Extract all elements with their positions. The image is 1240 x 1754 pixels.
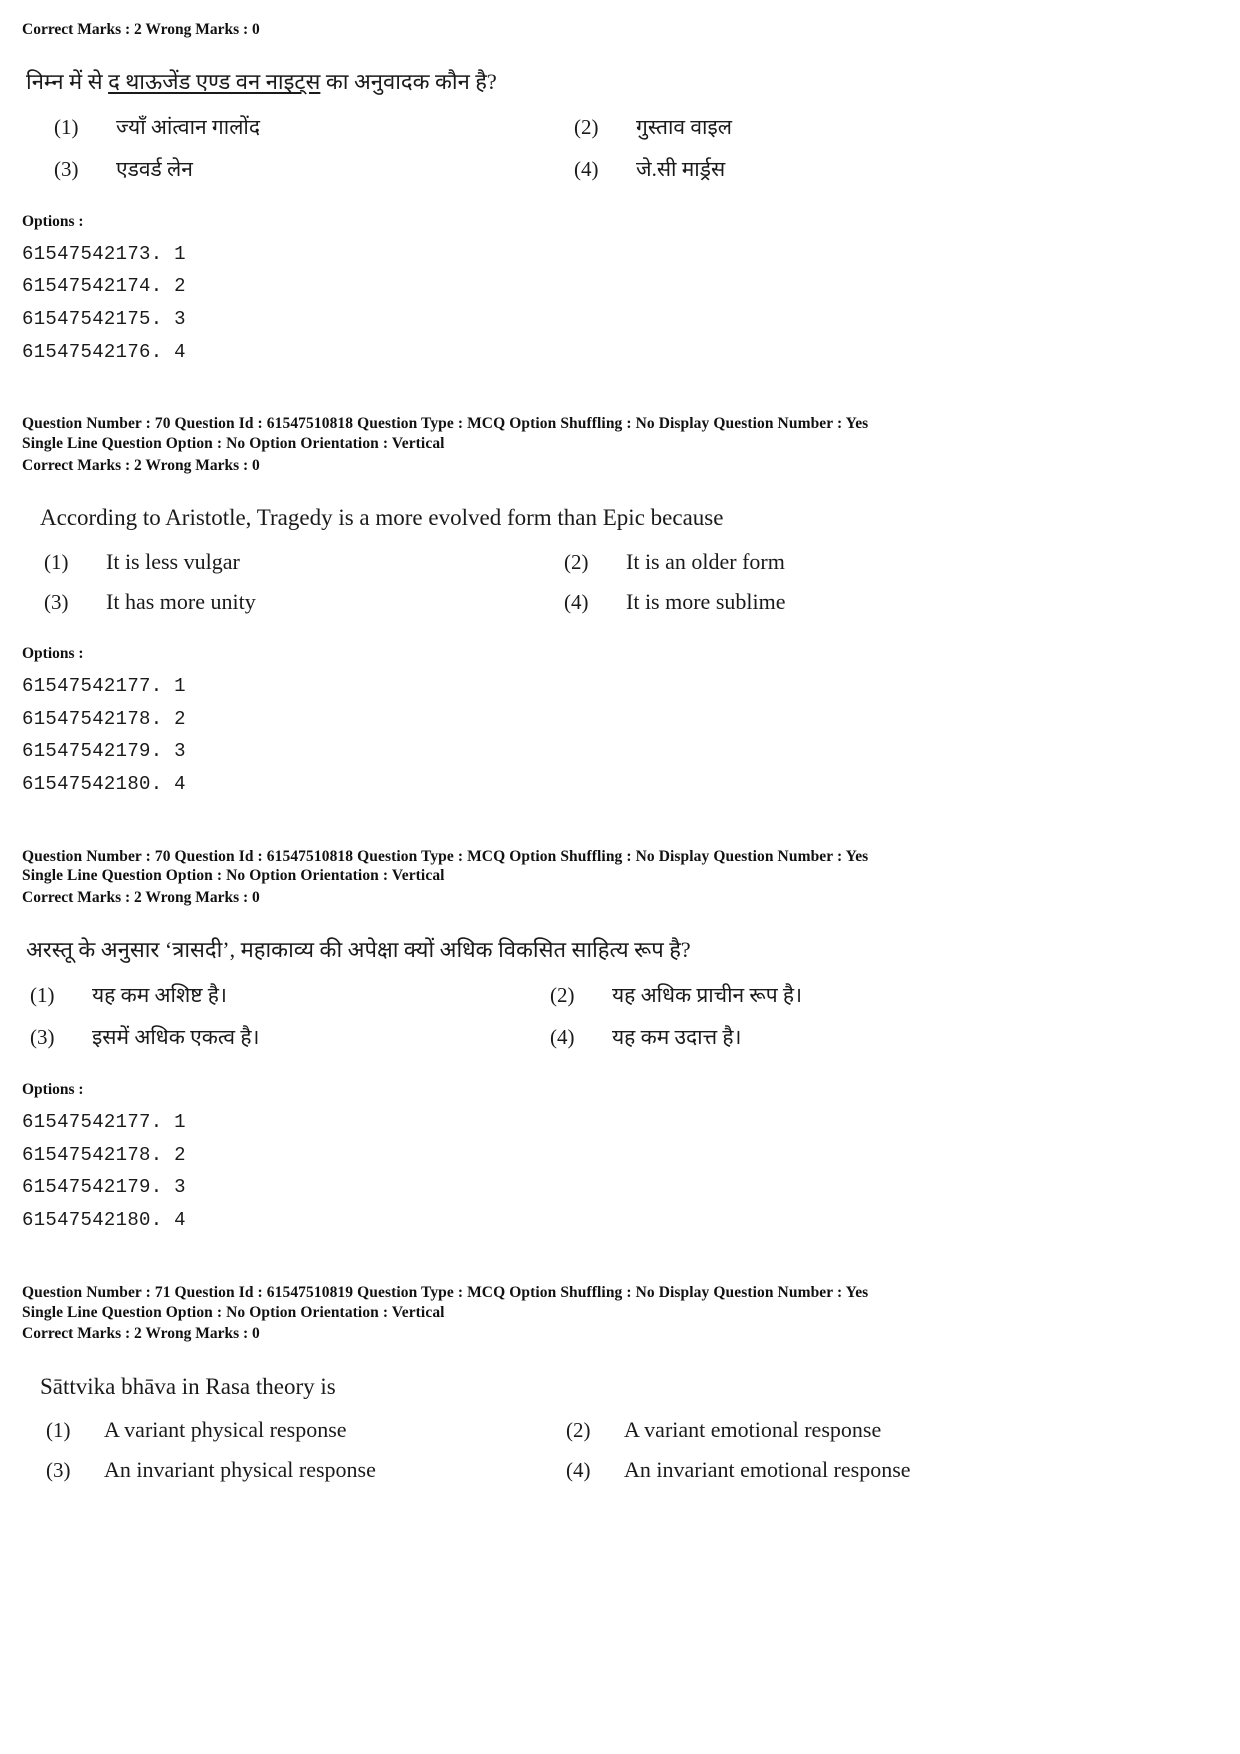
question-text-underlined: द थाऊजेंड एण्ड वन नाइट्स xyxy=(108,69,321,95)
option-id: 61547542177. 1 xyxy=(22,1111,186,1134)
option-id: 61547542176. 4 xyxy=(22,340,186,363)
option-label: It is less vulgar xyxy=(106,548,240,574)
option-number: (2) xyxy=(574,114,599,139)
option-item[interactable]: (4) An invariant emotional response xyxy=(542,1457,1218,1483)
metadata-line-1: Question Number : 70 Question Id : 61547… xyxy=(22,847,869,865)
option-id: 61547542180. 4 xyxy=(22,772,186,795)
option-item[interactable]: (1) It is less vulgar xyxy=(22,549,542,575)
option-item[interactable]: (1) यह कम अशिष्ट है। xyxy=(22,981,542,1009)
option-number: (4) xyxy=(564,589,589,614)
document-page: Correct Marks : 2 Wrong Marks : 0 निम्न … xyxy=(0,0,1240,1754)
options-label: Options : xyxy=(22,644,84,662)
option-item[interactable]: (2) गुस्ताव वाइल xyxy=(542,113,1218,141)
option-item[interactable]: (4) जे.सी मार्ड्रस xyxy=(542,155,1218,183)
marks-line: Correct Marks : 2 Wrong Marks : 0 xyxy=(22,889,260,907)
option-number: (2) xyxy=(564,549,589,574)
option-item[interactable]: (3) इसमें अधिक एकत्व है। xyxy=(22,1023,542,1051)
question-block-q70-hindi-top: Correct Marks : 2 Wrong Marks : 0 निम्न … xyxy=(22,20,1218,368)
question-block-q70-hindi: Question Number : 70 Question Id : 61547… xyxy=(22,847,1218,1237)
options-grid: (1) ज्याँ आंत्वान गालोंद (2) गुस्ताव वाइ… xyxy=(22,113,1218,197)
option-label: जे.सी मार्ड्रस xyxy=(636,156,726,181)
option-number: (2) xyxy=(550,983,575,1008)
options-grid: (1) It is less vulgar (2) It is an older… xyxy=(22,549,1218,629)
option-label: गुस्ताव वाइल xyxy=(636,114,732,139)
option-number: (1) xyxy=(30,983,55,1008)
question-text-post: का अनुवादक कौन है? xyxy=(320,69,497,95)
option-number: (1) xyxy=(44,549,69,574)
metadata-line-1: Question Number : 70 Question Id : 61547… xyxy=(22,415,869,433)
metadata-line-2: Single Line Question Option : No Option … xyxy=(22,1303,445,1321)
question-block-q71-english: Question Number : 71 Question Id : 61547… xyxy=(22,1283,1218,1498)
option-label: इसमें अधिक एकत्व है। xyxy=(92,1025,260,1050)
question-block-q70-english: Question Number : 70 Question Id : 61547… xyxy=(22,414,1218,800)
question-text: अरस्तू के अनुसार ‘त्रासदी’, महाकाव्य की … xyxy=(26,937,691,963)
option-label: A variant physical response xyxy=(104,1417,347,1443)
question-metadata: Question Number : 70 Question Id : 61547… xyxy=(22,847,1218,887)
option-label: An invariant emotional response xyxy=(624,1457,911,1483)
option-label: It is more sublime xyxy=(626,588,786,614)
option-item[interactable]: (2) A variant emotional response xyxy=(542,1417,1218,1443)
option-item[interactable]: (4) यह कम उदात्त है। xyxy=(542,1023,1218,1051)
option-id: 61547542179. 3 xyxy=(22,1176,186,1199)
option-id: 61547542174. 2 xyxy=(22,275,186,298)
question-text: निम्न में से द थाऊजेंड एण्ड वन नाइट्स का… xyxy=(26,68,1218,97)
option-item[interactable]: (3) An invariant physical response xyxy=(22,1457,542,1483)
option-label: यह कम अशिष्ट है। xyxy=(92,983,227,1008)
option-id: 61547542180. 4 xyxy=(22,1209,186,1232)
option-number: (2) xyxy=(566,1418,591,1443)
option-id: 61547542175. 3 xyxy=(22,308,186,331)
option-item[interactable]: (2) यह अधिक प्राचीन रूप है। xyxy=(542,981,1218,1009)
option-item[interactable]: (1) A variant physical response xyxy=(22,1417,542,1443)
option-label: A variant emotional response xyxy=(624,1417,882,1443)
option-item[interactable]: (3) It has more unity xyxy=(22,589,542,615)
option-number: (4) xyxy=(566,1458,591,1483)
option-item[interactable]: (3) एडवर्ड लेन xyxy=(22,155,542,183)
option-number: (4) xyxy=(574,156,599,181)
option-item[interactable]: (2) It is an older form xyxy=(542,549,1218,575)
option-label: यह कम उदात्त है। xyxy=(612,1025,742,1050)
option-label: ज्याँ आंत्वान गालोंद xyxy=(116,114,261,139)
question-text-pre: निम्न में से xyxy=(26,69,109,95)
option-label: यह अधिक प्राचीन रूप है। xyxy=(612,983,803,1008)
option-label: It is an older form xyxy=(626,548,785,574)
metadata-line-2: Single Line Question Option : No Option … xyxy=(22,435,445,453)
option-number: (4) xyxy=(550,1025,575,1050)
option-label: It has more unity xyxy=(106,588,256,614)
option-id: 61547542179. 3 xyxy=(22,740,186,763)
marks-line: Correct Marks : 2 Wrong Marks : 0 xyxy=(22,1325,260,1343)
options-label: Options : xyxy=(22,212,84,230)
question-metadata: Question Number : 71 Question Id : 61547… xyxy=(22,1283,1218,1323)
options-grid: (1) A variant physical response (2) A va… xyxy=(22,1417,1218,1497)
question-text: Sāttvika bhāva in Rasa theory is xyxy=(40,1373,336,1399)
option-id: 61547542178. 2 xyxy=(22,707,186,730)
option-label: एडवर्ड लेन xyxy=(116,156,193,181)
option-number: (3) xyxy=(54,156,79,181)
option-item[interactable]: (4) It is more sublime xyxy=(542,589,1218,615)
option-number: (3) xyxy=(30,1025,55,1050)
option-id: 61547542178. 2 xyxy=(22,1143,186,1166)
option-id: 61547542177. 1 xyxy=(22,674,186,697)
metadata-line-1: Question Number : 71 Question Id : 61547… xyxy=(22,1283,869,1301)
metadata-line-2: Single Line Question Option : No Option … xyxy=(22,867,445,885)
marks-line: Correct Marks : 2 Wrong Marks : 0 xyxy=(22,457,260,475)
options-label: Options : xyxy=(22,1081,84,1099)
question-metadata: Question Number : 70 Question Id : 61547… xyxy=(22,414,1218,454)
option-id: 61547542173. 1 xyxy=(22,242,186,265)
page-content: Correct Marks : 2 Wrong Marks : 0 निम्न … xyxy=(22,18,1218,1497)
option-number: (3) xyxy=(46,1458,71,1483)
question-text: According to Aristotle, Tragedy is a mor… xyxy=(40,505,724,531)
option-number: (1) xyxy=(54,114,79,139)
options-grid: (1) यह कम अशिष्ट है। (2) यह अधिक प्राचीन… xyxy=(22,981,1218,1065)
option-item[interactable]: (1) ज्याँ आंत्वान गालोंद xyxy=(22,113,542,141)
option-label: An invariant physical response xyxy=(104,1457,376,1483)
option-number: (1) xyxy=(46,1418,71,1443)
marks-line: Correct Marks : 2 Wrong Marks : 0 xyxy=(22,21,260,38)
option-number: (3) xyxy=(44,589,69,614)
